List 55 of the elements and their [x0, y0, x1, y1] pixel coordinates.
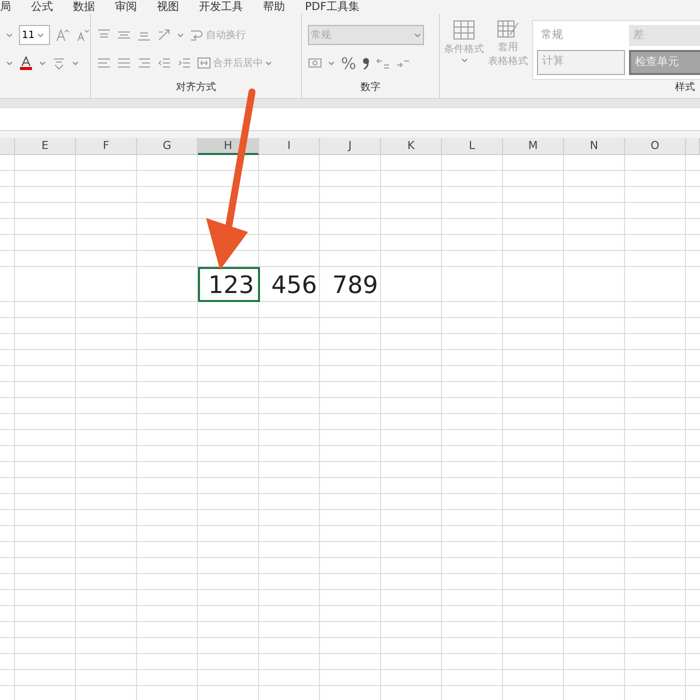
caret-icon[interactable] — [265, 60, 272, 66]
column-header[interactable]: I — [259, 138, 320, 155]
column-header[interactable]: N — [564, 138, 625, 155]
decrease-font-icon[interactable] — [76, 28, 90, 42]
group-label: 数字 — [360, 80, 382, 95]
merge-icon[interactable] — [197, 56, 211, 70]
column-header[interactable]: L — [442, 138, 503, 155]
ribbon-tab[interactable]: 局 — [0, 1, 21, 13]
font-color-icon[interactable] — [19, 56, 33, 70]
caret-icon[interactable] — [6, 60, 13, 66]
ribbon-tab[interactable]: 视图 — [147, 1, 189, 13]
align-center-icon[interactable] — [117, 56, 131, 70]
caret-icon[interactable] — [460, 58, 468, 63]
ribbon-tab[interactable]: 帮助 — [253, 1, 295, 13]
column-header[interactable]: M — [503, 138, 564, 155]
percent-style-button[interactable]: % — [341, 54, 356, 72]
comma-icon[interactable] — [362, 56, 370, 70]
ribbon-tab[interactable]: 开发工具 — [189, 1, 253, 13]
align-left-icon[interactable] — [97, 56, 111, 70]
table-cell[interactable]: 123 — [198, 267, 260, 302]
column-header[interactable]: E — [15, 138, 76, 155]
text-angle-icon[interactable] — [157, 28, 171, 42]
caret-icon[interactable] — [36, 32, 44, 38]
increase-indent-icon[interactable] — [177, 56, 191, 70]
column-header[interactable]: O — [625, 138, 686, 155]
column-header[interactable]: J — [320, 138, 381, 155]
wrap-icon[interactable] — [190, 28, 204, 42]
caret-icon[interactable] — [414, 32, 421, 38]
increase-decimal-icon[interactable] — [376, 56, 390, 70]
increase-font-icon[interactable] — [56, 28, 70, 42]
caret-icon[interactable] — [72, 60, 79, 66]
column-header[interactable]: K — [381, 138, 442, 155]
column-header[interactable]: F — [76, 138, 137, 155]
table-cell[interactable]: 789 — [320, 267, 382, 302]
caret-icon[interactable] — [177, 32, 184, 38]
currency-icon[interactable] — [308, 56, 322, 70]
ribbon-tab[interactable]: 公式 — [21, 1, 63, 13]
grid-icon[interactable] — [453, 20, 475, 40]
column-header[interactable] — [686, 138, 700, 155]
table-brush-icon[interactable] — [497, 20, 519, 40]
table-cell[interactable]: 456 — [259, 267, 321, 302]
ribbon-tab[interactable]: 审阅 — [105, 1, 147, 13]
ribbon-tab[interactable]: PDF工具集 — [295, 1, 370, 13]
font-size-field[interactable]: 11 — [18, 25, 50, 45]
group-label: 样式 — [674, 80, 696, 95]
decrease-indent-icon[interactable] — [157, 56, 171, 70]
column-header[interactable] — [0, 138, 15, 155]
align-right-icon[interactable] — [137, 56, 151, 70]
formula-bar[interactable] — [0, 107, 700, 131]
group-label: 对齐方式 — [175, 80, 217, 95]
column-header[interactable]: G — [137, 138, 198, 155]
caret-icon[interactable] — [39, 60, 46, 66]
caret-icon[interactable] — [6, 32, 13, 38]
caret-icon[interactable] — [328, 60, 335, 66]
ribbon-tab[interactable]: 数据 — [63, 1, 105, 13]
